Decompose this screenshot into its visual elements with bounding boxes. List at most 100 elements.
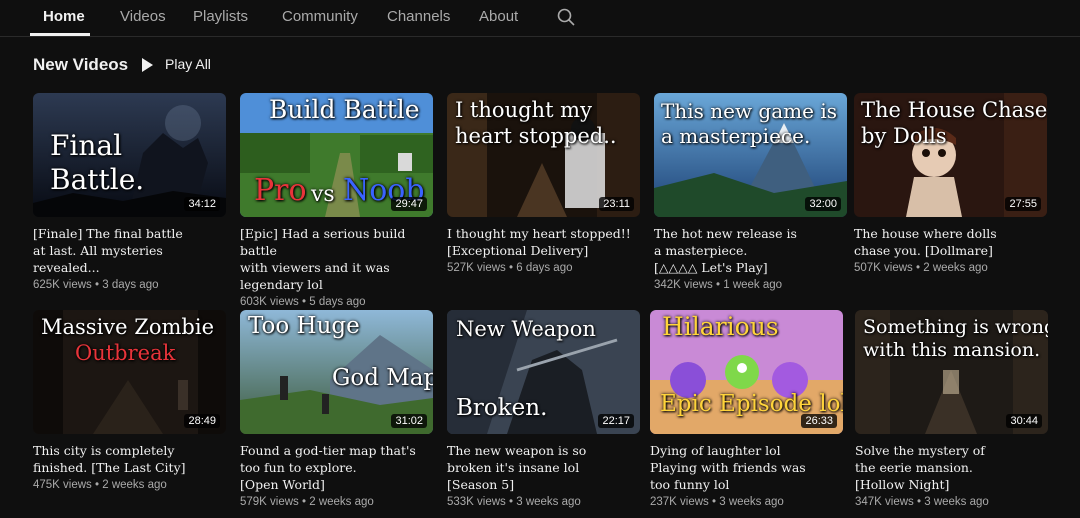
- view-count: 603K views: [240, 296, 299, 308]
- video-card[interactable]: I thought my heart stopped.. 23:11 I tho…: [447, 93, 640, 274]
- upload-age: 2 weeks ago: [309, 496, 374, 508]
- view-count: 527K views: [447, 262, 506, 274]
- video-title[interactable]: [Finale] The final battle at last. All m…: [33, 225, 226, 276]
- thumbnail-caption-line2: Epic Episode lol: [660, 391, 843, 417]
- video-meta: 475K views • 2 weeks ago: [33, 479, 167, 491]
- video-meta: 533K views • 3 weeks ago: [447, 496, 581, 508]
- view-count: 237K views: [650, 496, 709, 508]
- duration-badge: 32:00: [805, 197, 841, 211]
- video-title[interactable]: Found a god-tier map that's too fun to e…: [240, 442, 433, 493]
- duration-badge: 30:44: [1006, 414, 1042, 428]
- thumbnail-caption-pro: Pro: [254, 173, 307, 208]
- thumbnail-caption-line1: Final: [50, 129, 123, 162]
- tab-playlists[interactable]: Playlists: [193, 8, 248, 25]
- thumbnail-caption-line1: Massive Zombie: [41, 315, 214, 339]
- video-thumbnail[interactable]: The House Chased by Dolls 27:55: [854, 93, 1047, 217]
- active-tab-indicator: [30, 33, 90, 36]
- search-icon[interactable]: [556, 7, 576, 27]
- video-card[interactable]: Build Battle Pro vs Noob 29:47 [Epic] Ha…: [240, 93, 433, 308]
- video-card[interactable]: Massive Zombie Outbreak 28:49 This city …: [33, 310, 226, 491]
- section-title: New Videos: [33, 55, 129, 74]
- video-title[interactable]: [Epic] Had a serious build battle with v…: [240, 225, 433, 293]
- video-thumbnail[interactable]: New Weapon Broken. 22:17: [447, 310, 640, 434]
- thumbnail-caption-title: Build Battle: [269, 95, 420, 124]
- video-card[interactable]: Final Battle. 34:12 [Finale] The final b…: [33, 93, 226, 291]
- upload-age: 2 weeks ago: [102, 479, 167, 491]
- video-thumbnail[interactable]: Something is wrong with this mansion. 30…: [855, 310, 1048, 434]
- thumbnail-caption-line2: Outbreak: [75, 341, 176, 365]
- tab-community[interactable]: Community: [282, 8, 358, 25]
- view-count: 579K views: [240, 496, 299, 508]
- video-card[interactable]: The House Chased by Dolls 27:55 The hous…: [854, 93, 1047, 274]
- view-count: 347K views: [855, 496, 914, 508]
- thumbnail-caption-line1: Too Huge: [248, 313, 360, 339]
- video-card[interactable]: Hilarious Epic Episode lol 26:33 Dying o…: [650, 310, 843, 508]
- video-thumbnail[interactable]: Massive Zombie Outbreak 28:49: [33, 310, 226, 434]
- upload-age: 3 weeks ago: [719, 496, 784, 508]
- video-meta: 579K views • 2 weeks ago: [240, 496, 374, 508]
- upload-age: 5 days ago: [309, 296, 366, 308]
- video-meta: 603K views • 5 days ago: [240, 296, 366, 308]
- thumbnail-caption-line1: This new game is: [661, 99, 837, 123]
- video-meta: 527K views • 6 days ago: [447, 262, 573, 274]
- thumbnail-caption-line2: with this mansion.: [863, 339, 1041, 361]
- thumbnail-caption-line2: by Dolls: [861, 124, 947, 148]
- upload-age: 2 weeks ago: [923, 262, 988, 274]
- upload-age: 6 days ago: [516, 262, 573, 274]
- thumbnail-caption-line1: I thought my: [455, 98, 592, 122]
- video-title[interactable]: The house where dolls chase you. [Dollma…: [854, 225, 1047, 259]
- view-count: 625K views: [33, 279, 92, 291]
- video-thumbnail[interactable]: Hilarious Epic Episode lol 26:33: [650, 310, 843, 434]
- video-title[interactable]: The new weapon is so broken it's insane …: [447, 442, 640, 493]
- view-count: 342K views: [654, 279, 713, 291]
- video-thumbnail[interactable]: I thought my heart stopped.. 23:11: [447, 93, 640, 217]
- tab-videos[interactable]: Videos: [120, 8, 166, 25]
- duration-badge: 22:17: [598, 414, 634, 428]
- video-title[interactable]: The hot new release is a masterpiece. [△…: [654, 225, 847, 276]
- video-meta: 342K views • 1 week ago: [654, 279, 783, 291]
- duration-badge: 26:33: [801, 414, 837, 428]
- thumbnail-caption-line2: heart stopped..: [455, 124, 617, 148]
- tab-channels[interactable]: Channels: [387, 8, 450, 25]
- duration-badge: 28:49: [184, 414, 220, 428]
- duration-badge: 34:12: [184, 197, 220, 211]
- video-title[interactable]: I thought my heart stopped!! [Exceptiona…: [447, 225, 640, 259]
- thumbnail-caption-line2: a masterpiece.: [661, 124, 811, 148]
- upload-age: 1 week ago: [723, 279, 783, 291]
- video-card[interactable]: This new game is a masterpiece. 32:00 Th…: [654, 93, 847, 291]
- play-icon: [142, 58, 153, 72]
- thumbnail-caption-line2: Battle.: [50, 163, 145, 196]
- thumbnail-caption-line1: New Weapon: [456, 317, 596, 341]
- video-card[interactable]: New Weapon Broken. 22:17 The new weapon …: [447, 310, 640, 508]
- video-thumbnail[interactable]: This new game is a masterpiece. 32:00: [654, 93, 847, 217]
- video-meta: 507K views • 2 weeks ago: [854, 262, 988, 274]
- thumbnail-caption-line1: The House Chased: [861, 98, 1047, 122]
- video-meta: 625K views • 3 days ago: [33, 279, 159, 291]
- view-count: 507K views: [854, 262, 913, 274]
- thumbnail-caption-vs: vs: [311, 182, 335, 207]
- video-title[interactable]: This city is completely finished. [The L…: [33, 442, 226, 476]
- video-meta: 237K views • 3 weeks ago: [650, 496, 784, 508]
- upload-age: 3 days ago: [102, 279, 159, 291]
- video-card[interactable]: Something is wrong with this mansion. 30…: [855, 310, 1048, 508]
- tab-about[interactable]: About: [479, 8, 518, 25]
- upload-age: 3 weeks ago: [516, 496, 581, 508]
- video-title[interactable]: Solve the mystery of the eerie mansion. …: [855, 442, 1048, 493]
- view-count: 533K views: [447, 496, 506, 508]
- tab-home[interactable]: Home: [43, 8, 85, 25]
- upload-age: 3 weeks ago: [924, 496, 989, 508]
- video-card[interactable]: Too Huge God Map 31:02 Found a god-tier …: [240, 310, 433, 508]
- video-thumbnail[interactable]: Too Huge God Map 31:02: [240, 310, 433, 434]
- video-title[interactable]: Dying of laughter lol Playing with frien…: [650, 442, 843, 493]
- thumbnail-caption-line1: Hilarious: [662, 312, 779, 341]
- view-count: 475K views: [33, 479, 92, 491]
- channel-nav: Home Videos Playlists Community Channels…: [0, 0, 1080, 37]
- thumbnail-caption-line2: Broken.: [456, 395, 548, 421]
- thumbnail-caption-line1: Something is wrong: [863, 316, 1048, 338]
- thumbnail-caption-line2: God Map: [332, 365, 433, 391]
- video-thumbnail[interactable]: Build Battle Pro vs Noob 29:47: [240, 93, 433, 217]
- play-all-label: Play All: [165, 56, 211, 72]
- video-thumbnail[interactable]: Final Battle. 34:12: [33, 93, 226, 217]
- duration-badge: 23:11: [599, 197, 634, 211]
- duration-badge: 29:47: [391, 197, 427, 211]
